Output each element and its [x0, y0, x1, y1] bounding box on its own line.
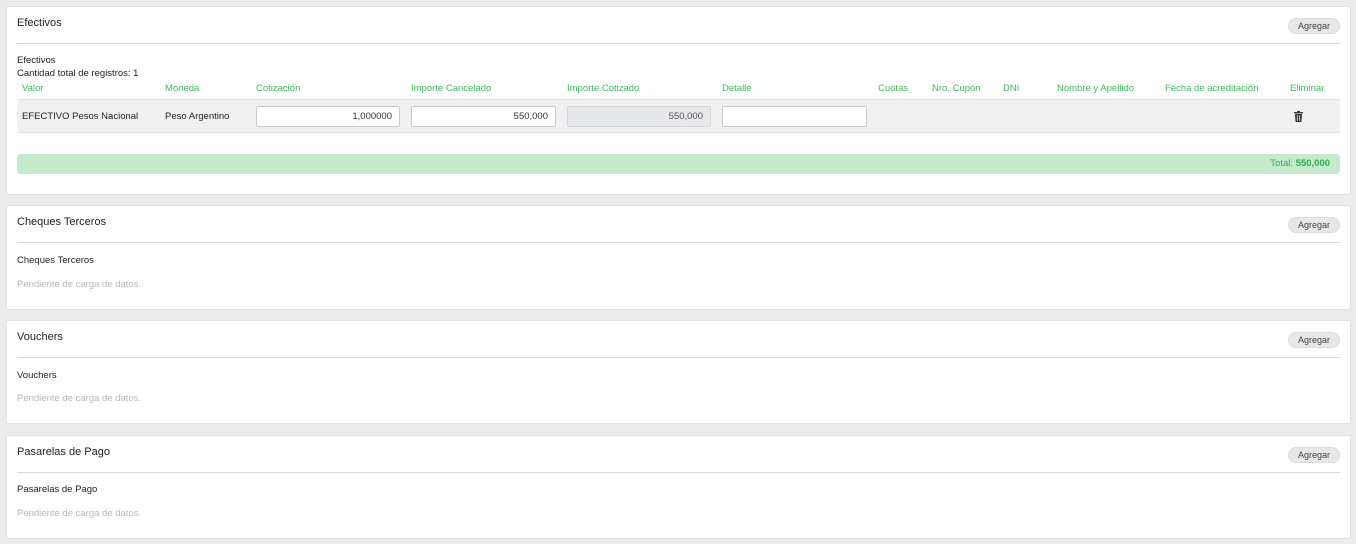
- detalle-input[interactable]: [722, 106, 867, 127]
- total-label: Total:: [1270, 158, 1294, 169]
- pasarelas-empty-text: Pendiente de carga de datos.: [17, 508, 142, 519]
- record-count: Cantidad total de registros: 1: [17, 68, 139, 79]
- col-fecha-acreditacion: Fecha de acreditación: [1165, 83, 1259, 94]
- total-summary: Total: 550,000: [1270, 158, 1330, 169]
- col-dni: DNI: [1003, 83, 1020, 94]
- cheques-terceros-subtitle: Cheques Terceros: [17, 255, 94, 266]
- efectivos-title: Efectivos: [17, 17, 62, 29]
- col-cuotas: Cuotas: [878, 83, 909, 94]
- total-value: 550,000: [1295, 158, 1330, 169]
- vouchers-add-button[interactable]: Agregar: [1287, 332, 1340, 348]
- vouchers-subtitle: Vouchers: [17, 370, 57, 381]
- pasarelas-panel: Pasarelas de Pago Agregar Pasarelas de P…: [6, 435, 1351, 539]
- cotizacion-input[interactable]: [256, 106, 400, 127]
- importe-cotizado-field: [567, 106, 711, 127]
- importe-cancelado-input[interactable]: [411, 106, 556, 127]
- col-valor: Valor: [22, 83, 44, 94]
- efectivos-subtitle: Efectivos: [17, 55, 56, 66]
- cheques-terceros-title: Cheques Terceros: [17, 216, 107, 228]
- cell-valor: EFECTIVO Pesos Nacional: [22, 111, 139, 122]
- col-eliminar: Eliminar: [1290, 83, 1325, 94]
- pasarelas-header: Pasarelas de Pago Agregar: [17, 436, 1340, 473]
- vouchers-empty-text: Pendiente de carga de datos.: [17, 393, 142, 404]
- pasarelas-subtitle: Pasarelas de Pago: [17, 484, 98, 495]
- cheques-terceros-header: Cheques Terceros Agregar: [17, 206, 1340, 243]
- cheques-terceros-panel: Cheques Terceros Agregar Cheques Tercero…: [6, 205, 1351, 310]
- cell-moneda: Peso Argentino: [165, 111, 230, 122]
- total-bar: Total: 550,000: [17, 154, 1340, 174]
- col-importe-cotizado: Importe Cotizado: [567, 83, 640, 94]
- table-row: EFECTIVO Pesos Nacional Peso Argentino: [17, 99, 1340, 133]
- efectivos-header: Efectivos Agregar: [17, 7, 1340, 44]
- pasarelas-title: Pasarelas de Pago: [17, 446, 110, 458]
- col-cotizacion: Cotización: [256, 83, 301, 94]
- col-importe-cancelado: Importe Cancelado: [411, 83, 492, 94]
- trash-icon[interactable]: [1294, 111, 1303, 122]
- col-nombre-apellido: Nombre y Apellido: [1057, 83, 1135, 94]
- efectivos-panel: Efectivos Agregar Efectivos Cantidad tot…: [6, 6, 1351, 195]
- cheques-terceros-add-button[interactable]: Agregar: [1287, 217, 1340, 233]
- vouchers-panel: Vouchers Agregar Vouchers Pendiente de c…: [6, 320, 1351, 424]
- col-detalle: Detalle: [722, 83, 752, 94]
- vouchers-header: Vouchers Agregar: [17, 321, 1340, 358]
- pasarelas-add-button[interactable]: Agregar: [1287, 447, 1340, 463]
- col-moneda: Moneda: [165, 83, 200, 94]
- col-nro-cupon: Nro. Cupón: [932, 83, 981, 94]
- cheques-terceros-empty-text: Pendiente de carga de datos.: [17, 279, 142, 290]
- vouchers-title: Vouchers: [17, 331, 63, 343]
- efectivos-add-button[interactable]: Agregar: [1287, 18, 1340, 34]
